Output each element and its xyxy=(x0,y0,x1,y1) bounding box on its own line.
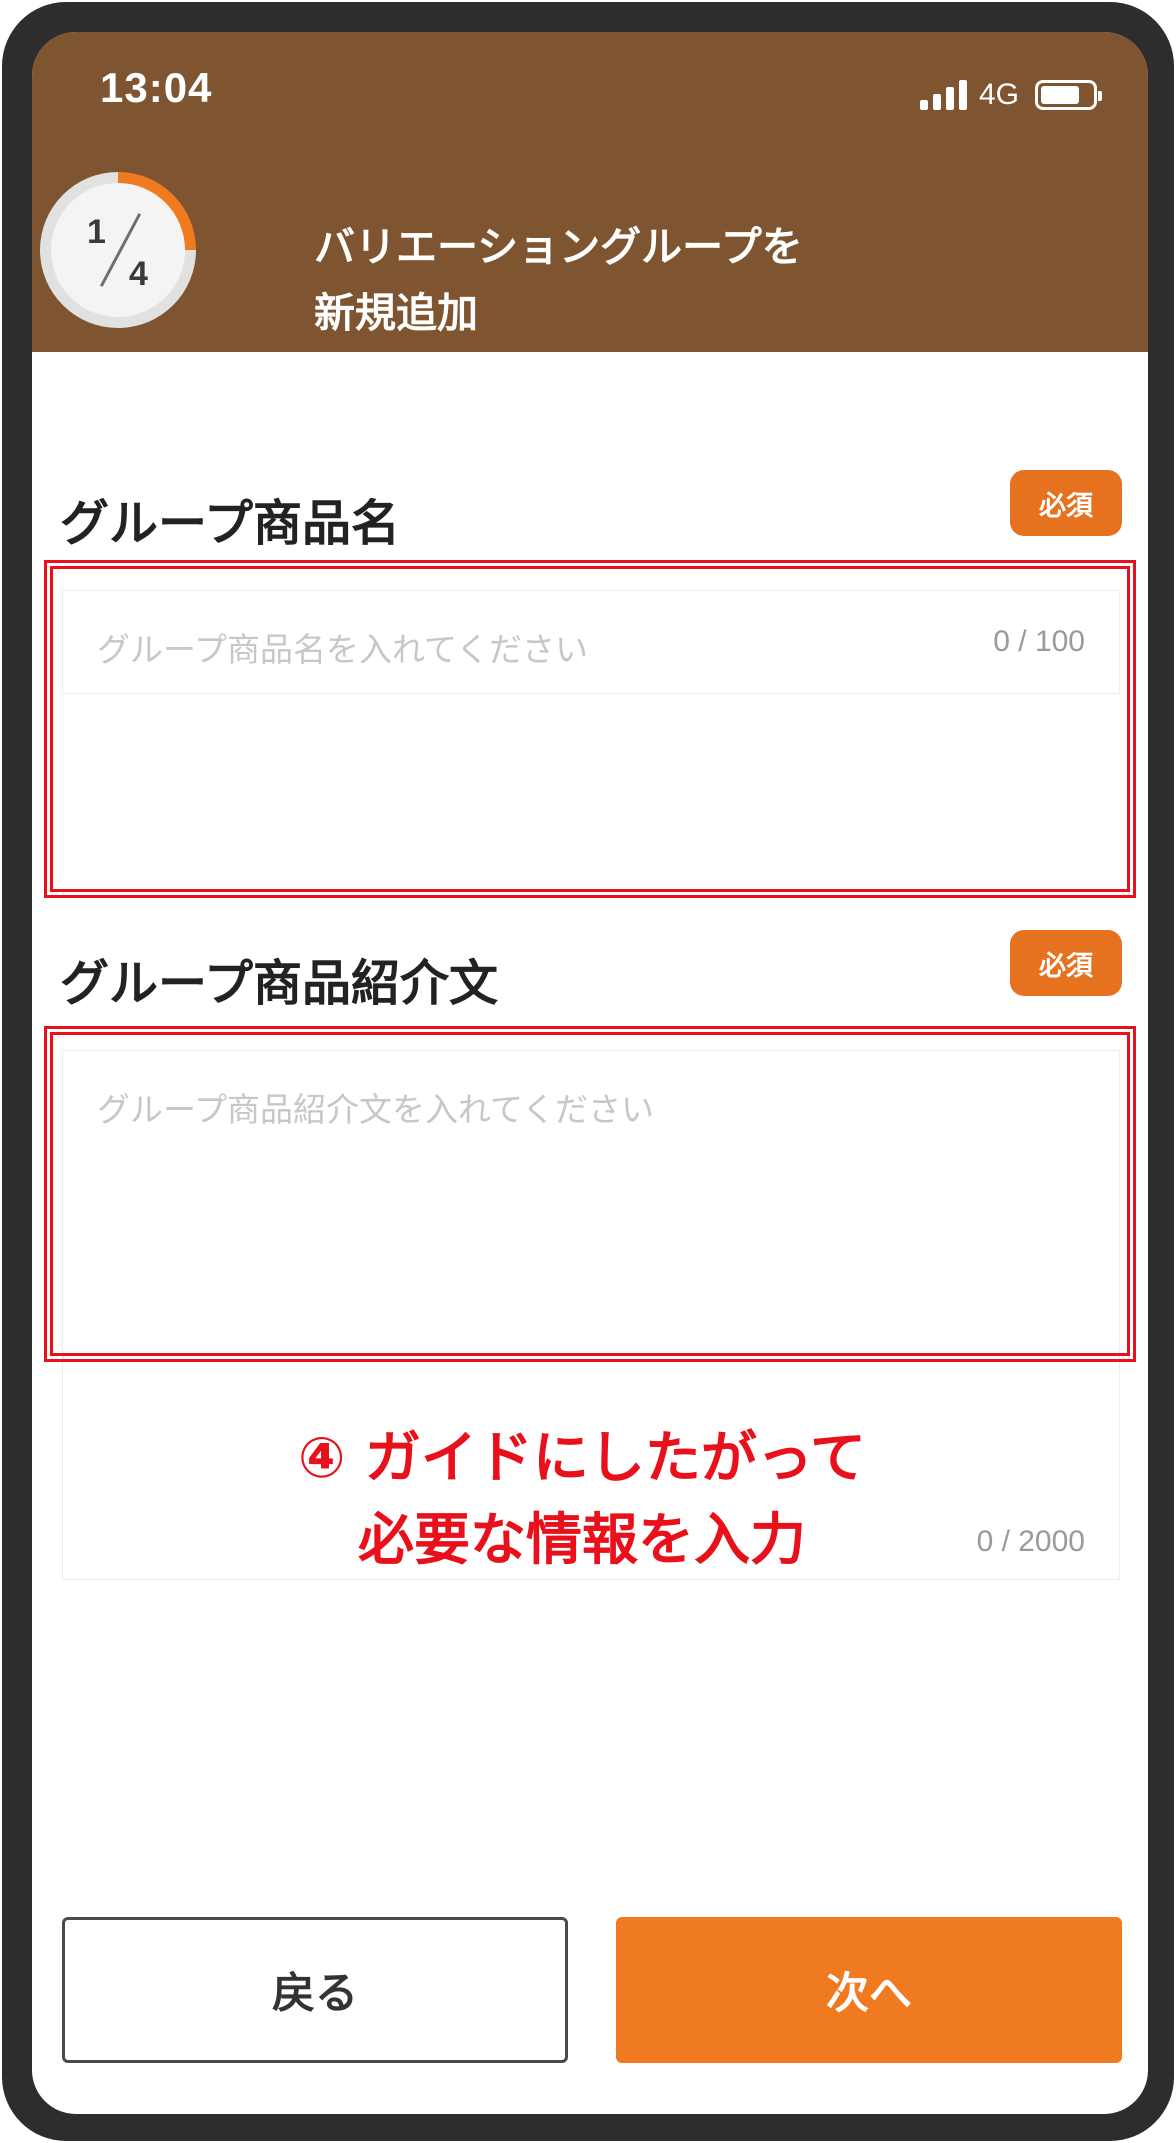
product-name-input[interactable]: グループ商品名を入れてください 0 / 100 xyxy=(62,590,1120,694)
header-bar: 13:04 4G 1 4 バリエーショングループを 新規追加 xyxy=(32,32,1148,352)
product-name-placeholder: グループ商品名を入れてください xyxy=(97,630,589,669)
app-screen: 13:04 4G 1 4 バリエーショングループを 新規追加 グループ商品名 必… xyxy=(32,32,1148,2114)
page-title-line1: バリエーショングループを xyxy=(314,223,803,271)
product-description-placeholder: グループ商品紹介文を入れてください xyxy=(97,1090,655,1129)
status-time: 13:04 xyxy=(100,64,213,111)
required-badge: 必須 xyxy=(1010,470,1122,536)
step-total: 4 xyxy=(129,255,148,293)
guide-annotation: ④ ガイドにしたがって 必要な情報を入力 xyxy=(132,1418,1032,1582)
product-description-label: グループ商品紹介文 xyxy=(60,955,499,1012)
step-current: 1 xyxy=(87,213,106,251)
next-button[interactable]: 次へ xyxy=(616,1917,1122,2063)
network-type: 4G xyxy=(979,78,1020,111)
status-icons: 4G xyxy=(920,70,1103,111)
phone-frame: 13:04 4G 1 4 バリエーショングループを 新規追加 グループ商品名 必… xyxy=(2,2,1174,2141)
annotation-line2: 必要な情報を入力 xyxy=(358,1508,806,1573)
annotation-line1: ④ ガイドにしたがって xyxy=(297,1426,867,1491)
product-name-counter: 0 / 100 xyxy=(993,625,1085,658)
battery-icon xyxy=(1035,80,1103,110)
required-badge: 必須 xyxy=(1010,930,1122,996)
signal-icon xyxy=(920,80,967,110)
page-title: バリエーショングループを 新規追加 xyxy=(314,214,803,346)
page-title-line2: 新規追加 xyxy=(314,289,478,337)
back-button[interactable]: 戻る xyxy=(62,1917,568,2063)
step-progress-indicator: 1 4 xyxy=(40,172,196,328)
product-name-label: グループ商品名 xyxy=(60,495,401,552)
